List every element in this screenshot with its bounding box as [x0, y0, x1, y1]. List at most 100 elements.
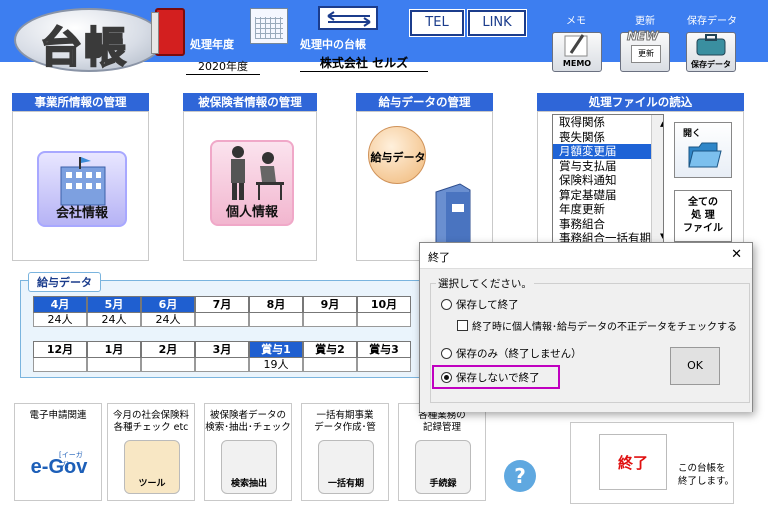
- month-tab[interactable]: 12月: [33, 341, 87, 358]
- file-type-list[interactable]: 取得関係 喪失関係 月額変更届 賞与支払届 保険料通知 算定基礎届 年度更新 事…: [552, 114, 664, 244]
- list-item-selected[interactable]: 月額変更届: [553, 144, 663, 159]
- ok-button[interactable]: OK: [670, 347, 720, 385]
- dialog-body: 選択してください。 保存して終了 終了時に個人情報･給与データの不正データをチェ…: [420, 269, 752, 412]
- personal-info-button[interactable]: 個人情報: [210, 140, 294, 226]
- list-item[interactable]: 賞与支払届: [553, 159, 663, 174]
- tool-tile[interactable]: 今月の社会保険料 各種チェック etc ツール: [107, 403, 195, 501]
- radio-save-only[interactable]: [441, 348, 452, 359]
- company-info-button[interactable]: 会社情報: [37, 151, 127, 227]
- month-count: [357, 313, 411, 327]
- save-data-button[interactable]: 保存データ: [686, 32, 736, 72]
- ledger-label: 処理中の台帳: [300, 38, 366, 51]
- month-tab[interactable]: 3月: [195, 341, 249, 358]
- salary-data-button[interactable]: 給与データ: [368, 126, 426, 184]
- list-item[interactable]: 喪失関係: [553, 130, 663, 145]
- office-section-title: 事業所情報の管理: [12, 93, 149, 111]
- memo-title: メモ: [566, 16, 586, 27]
- company-info-label: 会社情報: [55, 206, 108, 221]
- tool-tile[interactable]: 被保険者データの 検索･抽出･チェック 検索抽出: [204, 403, 292, 501]
- month-tab[interactable]: 賞与2: [303, 341, 357, 358]
- tool-label: 一括有期: [327, 479, 364, 489]
- check-invalid-data-checkbox[interactable]: [457, 320, 468, 331]
- scroll-up-icon[interactable]: ▲: [654, 117, 663, 132]
- tool-label: 検索抽出: [230, 479, 267, 489]
- exit-desc-line1: この台帳を: [678, 463, 726, 474]
- tool-title-line2: 各種チェック etc: [113, 422, 189, 433]
- tel-button[interactable]: TEL: [409, 9, 465, 37]
- month-tab[interactable]: 10月: [357, 296, 411, 313]
- tool-label: 手続録: [429, 479, 457, 489]
- month-tab[interactable]: 2月: [141, 341, 195, 358]
- switch-ledger-button[interactable]: [318, 6, 378, 30]
- month-tab[interactable]: 賞与3: [357, 341, 411, 358]
- month-tab[interactable]: 4月: [33, 296, 87, 313]
- tool-icon: 手続録: [415, 440, 471, 494]
- tool-title-line1: 被保険者データの: [209, 410, 286, 421]
- opt1-check-label: 終了時に個人情報･給与データの不正データをチェックする: [472, 322, 737, 333]
- help-icon[interactable]: ?: [504, 460, 536, 492]
- month-tab[interactable]: 6月: [141, 296, 195, 313]
- month-count: 19人: [249, 358, 303, 372]
- tool-title-line1: 電子申請関連: [29, 410, 87, 421]
- salary-grid-title: 給与データ: [28, 272, 101, 292]
- month-tab[interactable]: 5月: [87, 296, 141, 313]
- exit-desc-line2: 終了します。: [678, 476, 735, 487]
- update-button[interactable]: NEW 更新: [620, 29, 670, 72]
- exit-button[interactable]: 終了: [599, 434, 667, 490]
- building-icon: [60, 157, 106, 206]
- month-tab[interactable]: 7月: [195, 296, 249, 313]
- month-count: [249, 313, 303, 327]
- year-label: 処理年度: [190, 38, 234, 51]
- tool-tile[interactable]: 各種業務の 記録管理 手続録: [398, 403, 486, 501]
- month-tab[interactable]: 8月: [249, 296, 303, 313]
- month-tab[interactable]: 賞与1: [249, 341, 303, 358]
- link-button[interactable]: LINK: [467, 9, 527, 37]
- month-count: [303, 358, 357, 372]
- month-count: [195, 313, 249, 327]
- list-item[interactable]: 年度更新: [553, 202, 663, 217]
- tool-title-line1: 一括有期事業: [316, 410, 374, 421]
- salary-data-label: 給与データ: [370, 151, 426, 164]
- tool-title-line2: 検索･抽出･チェック: [205, 422, 291, 433]
- tool-label: ツール: [138, 479, 166, 489]
- month-count: [87, 358, 141, 372]
- list-item[interactable]: 算定基礎届: [553, 188, 663, 203]
- year-value: 2020年度: [186, 58, 260, 75]
- all-files-line1: 全ての: [688, 197, 718, 208]
- tool-tile[interactable]: 一括有期事業 データ作成･管 一括有期: [301, 403, 389, 501]
- scroll-down-icon[interactable]: ▼: [654, 229, 663, 244]
- tool-title-line2: 記録管理: [422, 422, 461, 433]
- list-item[interactable]: 事務組合: [553, 217, 663, 232]
- list-item[interactable]: 取得関係: [553, 115, 663, 130]
- exit-description: この台帳を 終了します。: [678, 462, 734, 488]
- memo-button[interactable]: MEMO: [552, 32, 602, 72]
- tool-label: e-Gov: [30, 456, 88, 478]
- dialog-title: 終了: [428, 251, 450, 264]
- list-item[interactable]: 保険料通知: [553, 173, 663, 188]
- list-scrollbar[interactable]: ▲ ▼: [651, 115, 663, 244]
- salary-section-title: 給与データの管理: [356, 93, 493, 111]
- save-icon-text: 保存データ: [691, 60, 731, 69]
- ledger-value: 株式会社 セルズ: [300, 54, 428, 72]
- briefcase-icon: [696, 34, 726, 56]
- pencil-note-icon: [564, 34, 588, 57]
- month-tab[interactable]: 9月: [303, 296, 357, 313]
- month-tab[interactable]: 1月: [87, 341, 141, 358]
- all-files-button[interactable]: 全ての 処 理 ファイル: [674, 190, 732, 242]
- radio-save-and-exit[interactable]: [441, 299, 452, 310]
- tool-title-line2: データ作成･管: [314, 422, 376, 433]
- month-count: [357, 358, 411, 372]
- month-count: 24人: [141, 313, 195, 327]
- save-title: 保存データ: [687, 16, 737, 27]
- month-count: [33, 358, 87, 372]
- personal-info-label: 個人情報: [225, 205, 278, 220]
- open-label: 開く: [683, 129, 702, 139]
- insured-section-title: 被保険者情報の管理: [183, 93, 317, 111]
- tool-tile[interactable]: 電子申請関連 [イーガブ] e-Gov: [14, 403, 102, 501]
- close-icon[interactable]: ✕: [731, 247, 742, 262]
- exit-dialog: 終了 ✕ 選択してください。 保存して終了 終了時に個人情報･給与データの不正デ…: [419, 242, 753, 412]
- calendar-icon[interactable]: [250, 8, 288, 44]
- radio-exit-without-save[interactable]: [441, 372, 452, 383]
- open-file-button[interactable]: 開く: [674, 122, 732, 178]
- files-section-title: 処理ファイルの読込: [537, 93, 744, 111]
